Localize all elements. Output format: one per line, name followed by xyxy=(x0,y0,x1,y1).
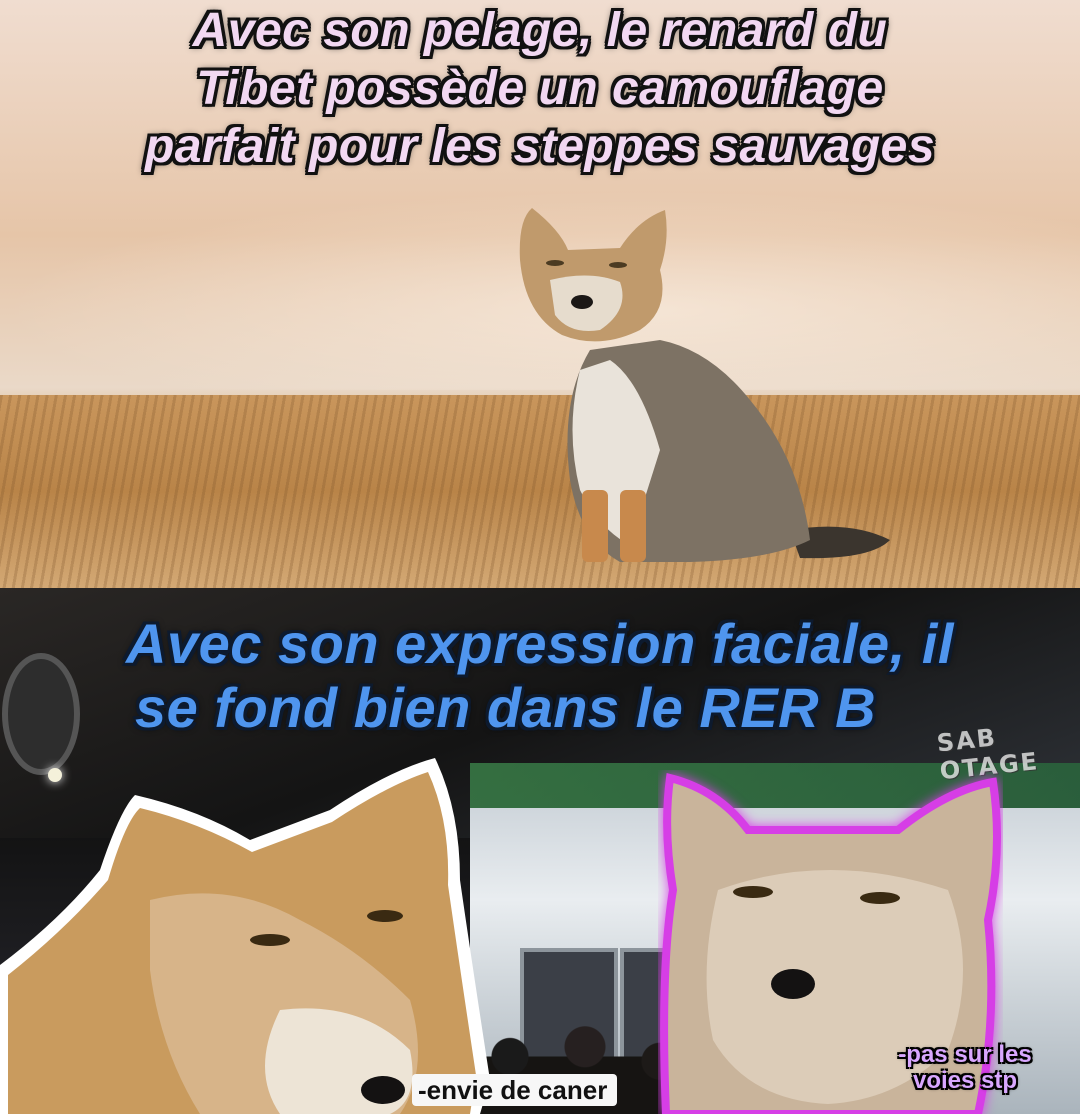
bottom-caption-line-2: se fond bien dans le RER B xyxy=(135,676,877,739)
top-caption-line-1: Avec son pelage, le renard du xyxy=(192,4,888,57)
fox-face-left-sticker xyxy=(0,758,490,1114)
right-fox-label: -pas sur les voies stp xyxy=(898,1041,1032,1094)
tibetan-fox-steppe-image xyxy=(519,208,890,562)
top-caption-line-2: Tibet possède un camouflage xyxy=(196,62,884,115)
left-fox-label: -envie de caner xyxy=(412,1074,618,1106)
top-caption: Avec son pelage, le renard du Tibet poss… xyxy=(0,2,1080,176)
steppe-panel: Avec son pelage, le renard du Tibet poss… xyxy=(0,0,1080,588)
bottom-caption-line-1: Avec son expression faciale, il xyxy=(126,612,954,675)
top-caption-line-3: parfait pour les steppes sauvages xyxy=(144,120,936,173)
bottom-caption: Avec son expression faciale, il se fond … xyxy=(0,612,1080,740)
